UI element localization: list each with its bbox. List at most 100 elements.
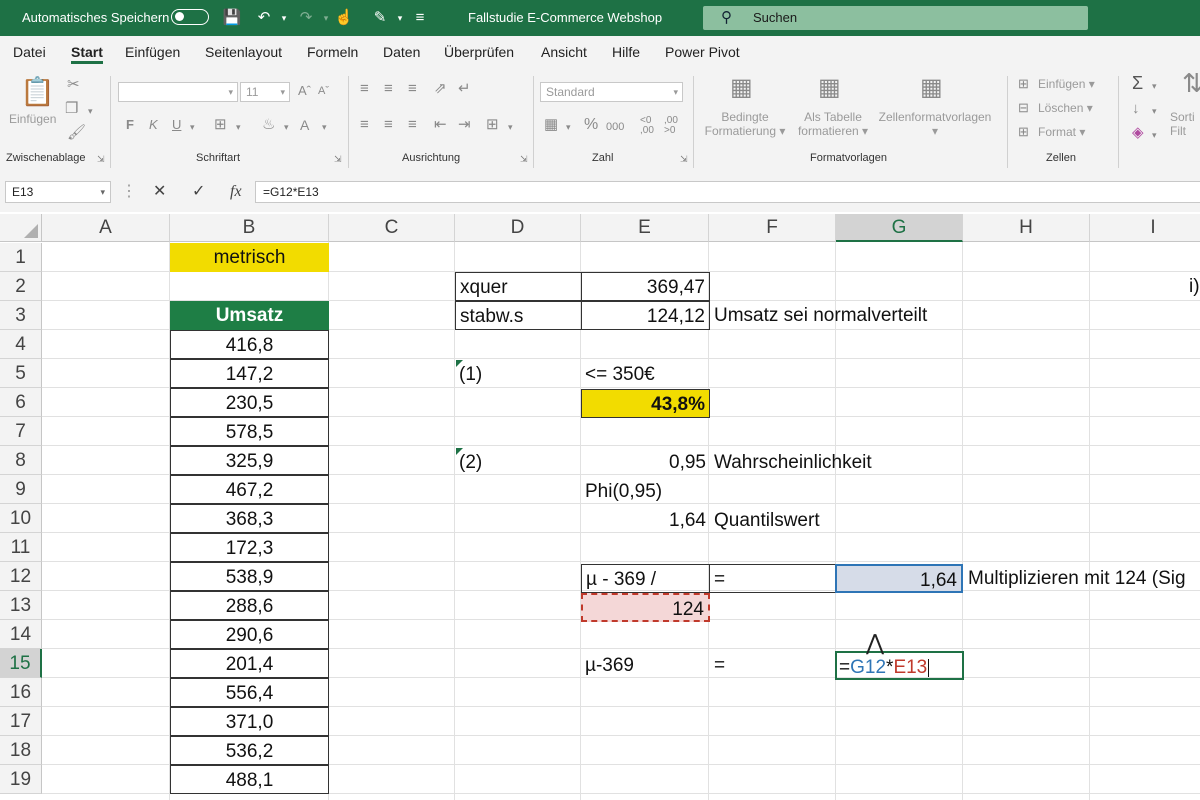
cell-E10[interactable]: 1,64	[581, 506, 710, 535]
undo-icon[interactable]: ↶	[254, 8, 274, 28]
align-center-icon[interactable]: ≡	[384, 116, 393, 134]
merge-dropdown-icon[interactable]: ▾	[508, 118, 513, 136]
row-header-3[interactable]: 3	[0, 301, 42, 330]
cell-B11[interactable]: 172,3	[170, 533, 329, 562]
cell-E5[interactable]: <= 350€	[581, 360, 655, 389]
insert-cells-icon[interactable]: ⊞	[1018, 75, 1029, 93]
cancel-icon[interactable]: ✕	[153, 181, 166, 203]
tab-formeln[interactable]: Formeln	[307, 36, 358, 68]
cell-B16[interactable]: 556,4	[170, 678, 329, 707]
row-header-11[interactable]: 11	[0, 533, 42, 562]
tab-seitenlayout[interactable]: Seitenlayout	[205, 36, 282, 68]
name-box[interactable]: E13 ▾	[5, 181, 111, 203]
row-header-6[interactable]: 6	[0, 388, 42, 417]
clipboard-launcher-icon[interactable]: ⇲	[97, 154, 105, 165]
copy-icon[interactable]: ❐	[65, 100, 78, 118]
cell-H12[interactable]: Multiplizieren mit 124 (Sig	[964, 564, 1186, 593]
underline-button[interactable]: U	[172, 116, 181, 134]
row-header-9[interactable]: 9	[0, 475, 42, 504]
font-launcher-icon[interactable]: ⇲	[334, 154, 342, 165]
column-header-g[interactable]: G	[836, 214, 963, 242]
conditional-formatting-button[interactable]: Bedingte Formatierung ▾	[702, 110, 788, 138]
font-name-combo[interactable]: ▾	[118, 82, 238, 102]
spreadsheet-grid[interactable]: ABCDEFGHI 1 2 3 4 5 6 7 8 9 10 11 12 13 14 15 16 17 18 19 …	[0, 214, 1200, 800]
shrink-font-icon[interactable]: Aˇ	[318, 82, 329, 100]
row-header-10[interactable]: 10	[0, 504, 42, 533]
format-as-table-button[interactable]: Als Tabelle formatieren ▾	[790, 110, 876, 138]
cell-F12[interactable]: =	[709, 564, 836, 593]
decrease-indent-icon[interactable]: ⇤	[434, 116, 447, 134]
paste-label[interactable]: Einfügen	[9, 112, 56, 126]
format-painter-icon[interactable]: 🖌	[67, 124, 86, 142]
decrease-decimal-icon[interactable]: ,00 >0	[664, 116, 678, 136]
format-as-table-icon[interactable]: ▦	[818, 74, 841, 102]
increase-indent-icon[interactable]: ⇥	[458, 116, 471, 134]
cut-icon[interactable]: ✂	[67, 76, 80, 94]
tab-hilfe[interactable]: Hilfe	[612, 36, 640, 68]
clear-icon[interactable]: ◈	[1132, 124, 1144, 142]
row-header-18[interactable]: 18	[0, 736, 42, 765]
align-middle-icon[interactable]: ≡	[384, 80, 393, 98]
cell-G15-editing[interactable]: =G12*E13	[835, 651, 964, 680]
row-header-19[interactable]: 19	[0, 765, 42, 794]
clear-dropdown-icon[interactable]: ▾	[1152, 126, 1157, 144]
tab-ueberpruefen[interactable]: Überprüfen	[444, 36, 514, 68]
cell-B8[interactable]: 325,9	[170, 446, 329, 475]
grow-font-icon[interactable]: Aˆ	[298, 82, 311, 100]
cell-F10[interactable]: Quantilswert	[710, 506, 820, 535]
tab-start[interactable]: Start	[71, 36, 103, 68]
undo-dropdown-icon[interactable]: ▾	[274, 8, 294, 28]
cell-B7[interactable]: 578,5	[170, 417, 329, 446]
fill-icon[interactable]: ↓	[1132, 100, 1140, 118]
enter-icon[interactable]: ✓	[192, 181, 205, 203]
column-header-a[interactable]: A	[42, 214, 170, 242]
borders-dropdown-icon[interactable]: ▾	[236, 118, 241, 136]
cell-E13[interactable]: 124	[581, 593, 710, 622]
name-box-dropdown-icon[interactable]: ▾	[100, 182, 105, 202]
touch-mode-icon[interactable]: ☝	[334, 8, 354, 28]
accounting-format-icon[interactable]: ▦	[544, 116, 558, 134]
autosum-dropdown-icon[interactable]: ▾	[1152, 77, 1157, 95]
align-bottom-icon[interactable]: ≡	[408, 80, 417, 98]
cell-G12[interactable]: 1,64	[835, 564, 963, 593]
save-icon[interactable]: 💾	[222, 8, 242, 28]
column-header-h[interactable]: H	[963, 214, 1090, 242]
cell-I2[interactable]: i)	[1185, 272, 1200, 301]
customize-qat-icon[interactable]: ≡	[410, 8, 430, 28]
fill-color-icon[interactable]: ♨	[262, 116, 275, 134]
cell-styles-icon[interactable]: ▦	[920, 74, 943, 102]
bold-button[interactable]: F	[126, 116, 134, 134]
row-header-12[interactable]: 12	[0, 562, 42, 591]
cell-E12[interactable]: µ - 369 /	[581, 564, 710, 593]
cell-B18[interactable]: 536,2	[170, 736, 329, 765]
cell-B1[interactable]: metrisch	[170, 243, 329, 272]
wrap-text-icon[interactable]: ↵	[458, 80, 471, 98]
cell-E9[interactable]: Phi(0,95)	[581, 477, 662, 506]
cell-B17[interactable]: 371,0	[170, 707, 329, 736]
row-header-17[interactable]: 17	[0, 707, 42, 736]
tab-einfuegen[interactable]: Einfügen	[125, 36, 180, 68]
cell-D5[interactable]: (1)	[455, 360, 482, 389]
conditional-formatting-icon[interactable]: ▦	[730, 74, 753, 102]
underline-dropdown-icon[interactable]: ▾	[190, 118, 195, 136]
cell-F8[interactable]: Wahrscheinlichkeit	[710, 448, 872, 477]
paste-icon[interactable]: 📋	[20, 76, 55, 108]
row-header-8[interactable]: 8	[0, 446, 42, 475]
insert-cells-button[interactable]: Einfügen ▾	[1038, 77, 1095, 91]
formula-bar-menu-icon[interactable]: ⋮	[121, 181, 137, 203]
column-header-d[interactable]: D	[455, 214, 581, 242]
thousands-separator-icon[interactable]: 000	[606, 118, 624, 136]
fill-dropdown-icon[interactable]: ▾	[1152, 102, 1157, 120]
font-color-icon[interactable]: A	[300, 116, 309, 134]
cell-E15[interactable]: µ-369	[581, 651, 634, 680]
cell-E6[interactable]: 43,8%	[581, 389, 710, 418]
increase-decimal-icon[interactable]: <0,00	[640, 116, 654, 136]
align-left-icon[interactable]: ≡	[360, 116, 369, 134]
cell-F15[interactable]: =	[710, 651, 725, 680]
row-header-1[interactable]: 1	[0, 243, 42, 272]
redo-icon[interactable]: ↷	[296, 8, 316, 28]
cell-B14[interactable]: 290,6	[170, 620, 329, 649]
percent-style-icon[interactable]: %	[584, 116, 598, 134]
cell-styles-button[interactable]: Zellenformatvorlagen ▾	[874, 110, 996, 138]
fill-color-dropdown-icon[interactable]: ▾	[284, 118, 289, 136]
